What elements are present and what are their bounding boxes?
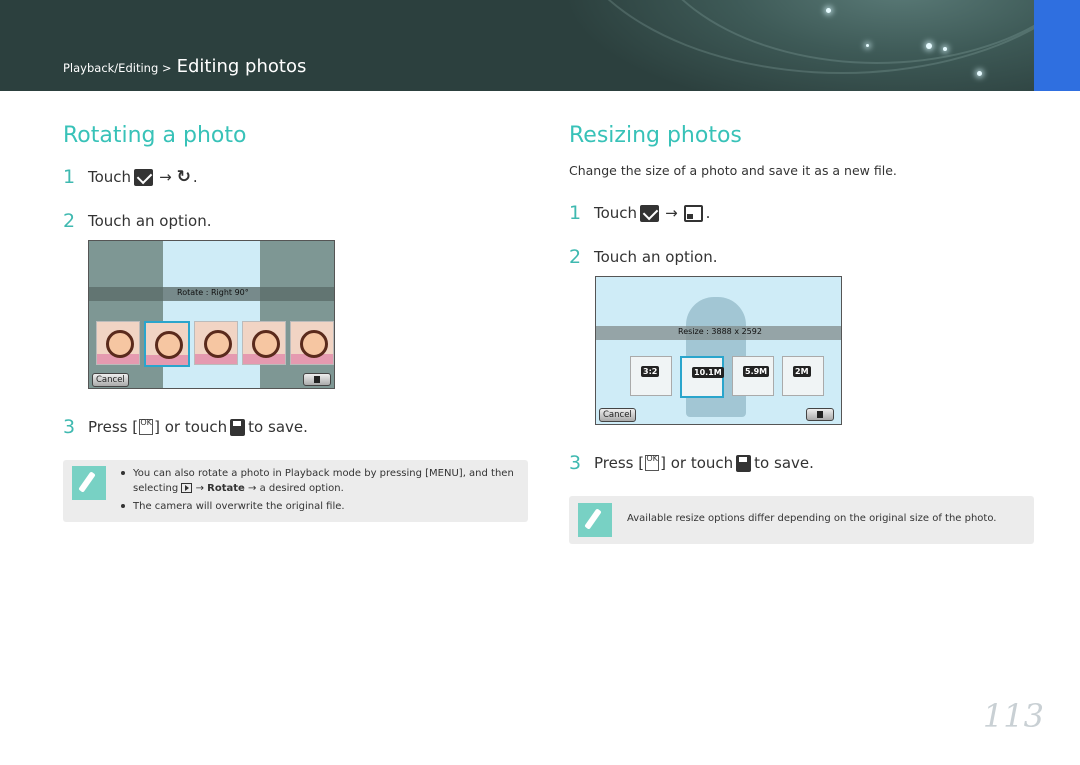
breadcrumb-title: Editing photos [176, 56, 307, 77]
page-number: 113 [982, 697, 1044, 735]
cancel-button[interactable]: Cancel [599, 408, 636, 422]
step-text: to save. [754, 454, 814, 472]
save-button[interactable] [806, 408, 834, 421]
section-tab[interactable] [1034, 0, 1080, 91]
step-end: . [705, 204, 711, 222]
resize-step-3: 3 Press [ OK ] or touch to save. [569, 452, 814, 474]
arrow: → [665, 204, 678, 222]
step-text: Press [ [88, 418, 139, 436]
save-icon [230, 418, 246, 436]
sparkle [926, 43, 932, 49]
ok-button-icon: OK [645, 455, 660, 471]
note-line: The camera will overwrite the original f… [121, 501, 345, 512]
header-banner: Playback/Editing > Editing photos [0, 0, 1080, 91]
sparkle [977, 71, 982, 76]
resize-note: Available resize options differ dependin… [569, 496, 1034, 544]
cancel-button[interactable]: Cancel [92, 373, 129, 387]
resize-title: Resizing photos [569, 123, 742, 148]
edit-icon [134, 168, 154, 186]
breadcrumb-section[interactable]: Playback/Editing > [63, 61, 172, 75]
rotate-step-2: 2 Touch an option. [63, 210, 212, 232]
sparkle [866, 44, 869, 47]
note-line: selecting → Rotate → a desired option. [133, 483, 344, 494]
resize-option[interactable]: 2M [782, 356, 824, 396]
breadcrumb: Playback/Editing > Editing photos [63, 56, 306, 77]
resize-step-1: 1 Touch → . [569, 202, 710, 224]
resize-label-band: Resize : 3888 x 2592 [596, 326, 841, 340]
note-pen-icon [72, 466, 106, 500]
sparkle [943, 47, 947, 51]
step-number: 1 [569, 202, 582, 224]
step-number: 2 [63, 210, 76, 232]
resize-option[interactable]: 3:2 [630, 356, 672, 396]
resize-intro: Change the size of a photo and save it a… [569, 163, 897, 178]
note-line: Available resize options differ dependin… [627, 513, 997, 524]
arrow: → [159, 168, 172, 186]
rotate-icon: ↻ [176, 167, 191, 187]
rotate-label: Rotate : Right 90° [177, 288, 249, 297]
step-text: Touch an option. [594, 248, 718, 266]
save-icon [736, 454, 752, 472]
rotate-label-band: Rotate : Right 90° [89, 287, 334, 301]
resize-screen: Resize : 3888 x 2592 3:2 10.1M 5.9M 2M C… [595, 276, 842, 425]
resize-option-selected[interactable]: 10.1M [680, 356, 724, 398]
resize-options: 3:2 10.1M 5.9M 2M [630, 356, 824, 398]
step-text: Touch [88, 168, 132, 186]
playback-icon [181, 483, 193, 493]
step-text: Touch [594, 204, 638, 222]
resize-icon [683, 204, 703, 222]
rotate-option-thumb[interactable] [194, 321, 238, 365]
resize-label: Resize : 3888 x 2592 [678, 327, 762, 336]
step-text: to save. [248, 418, 308, 436]
step-text: Touch an option. [88, 212, 212, 230]
step-end: . [192, 168, 198, 186]
rotate-note: You can also rotate a photo in Playback … [63, 460, 528, 522]
sparkle [826, 8, 831, 13]
ok-button-icon: OK [139, 419, 154, 435]
step-number: 1 [63, 166, 76, 188]
save-button[interactable] [303, 373, 331, 386]
note-line: You can also rotate a photo in Playback … [121, 468, 514, 479]
rotate-option-thumb-selected[interactable] [144, 321, 190, 367]
rotate-options [96, 321, 334, 367]
step-text: ] or touch [660, 454, 734, 472]
note-pen-icon [578, 503, 612, 537]
resize-option[interactable]: 5.9M [732, 356, 774, 396]
rotate-screen: Rotate : Right 90° Cancel [88, 240, 335, 389]
step-text: Press [ [594, 454, 645, 472]
step-number: 2 [569, 246, 582, 268]
rotate-step-1: 1 Touch → ↻ . [63, 166, 198, 188]
rotate-option-thumb[interactable] [96, 321, 140, 365]
step-text: ] or touch [154, 418, 228, 436]
step-number: 3 [63, 416, 76, 438]
rotate-step-3: 3 Press [ OK ] or touch to save. [63, 416, 308, 438]
step-number: 3 [569, 452, 582, 474]
rotate-title: Rotating a photo [63, 123, 247, 148]
edit-icon [640, 204, 660, 222]
rotate-option-thumb[interactable] [242, 321, 286, 365]
resize-step-2: 2 Touch an option. [569, 246, 718, 268]
rotate-option-thumb[interactable] [290, 321, 334, 365]
